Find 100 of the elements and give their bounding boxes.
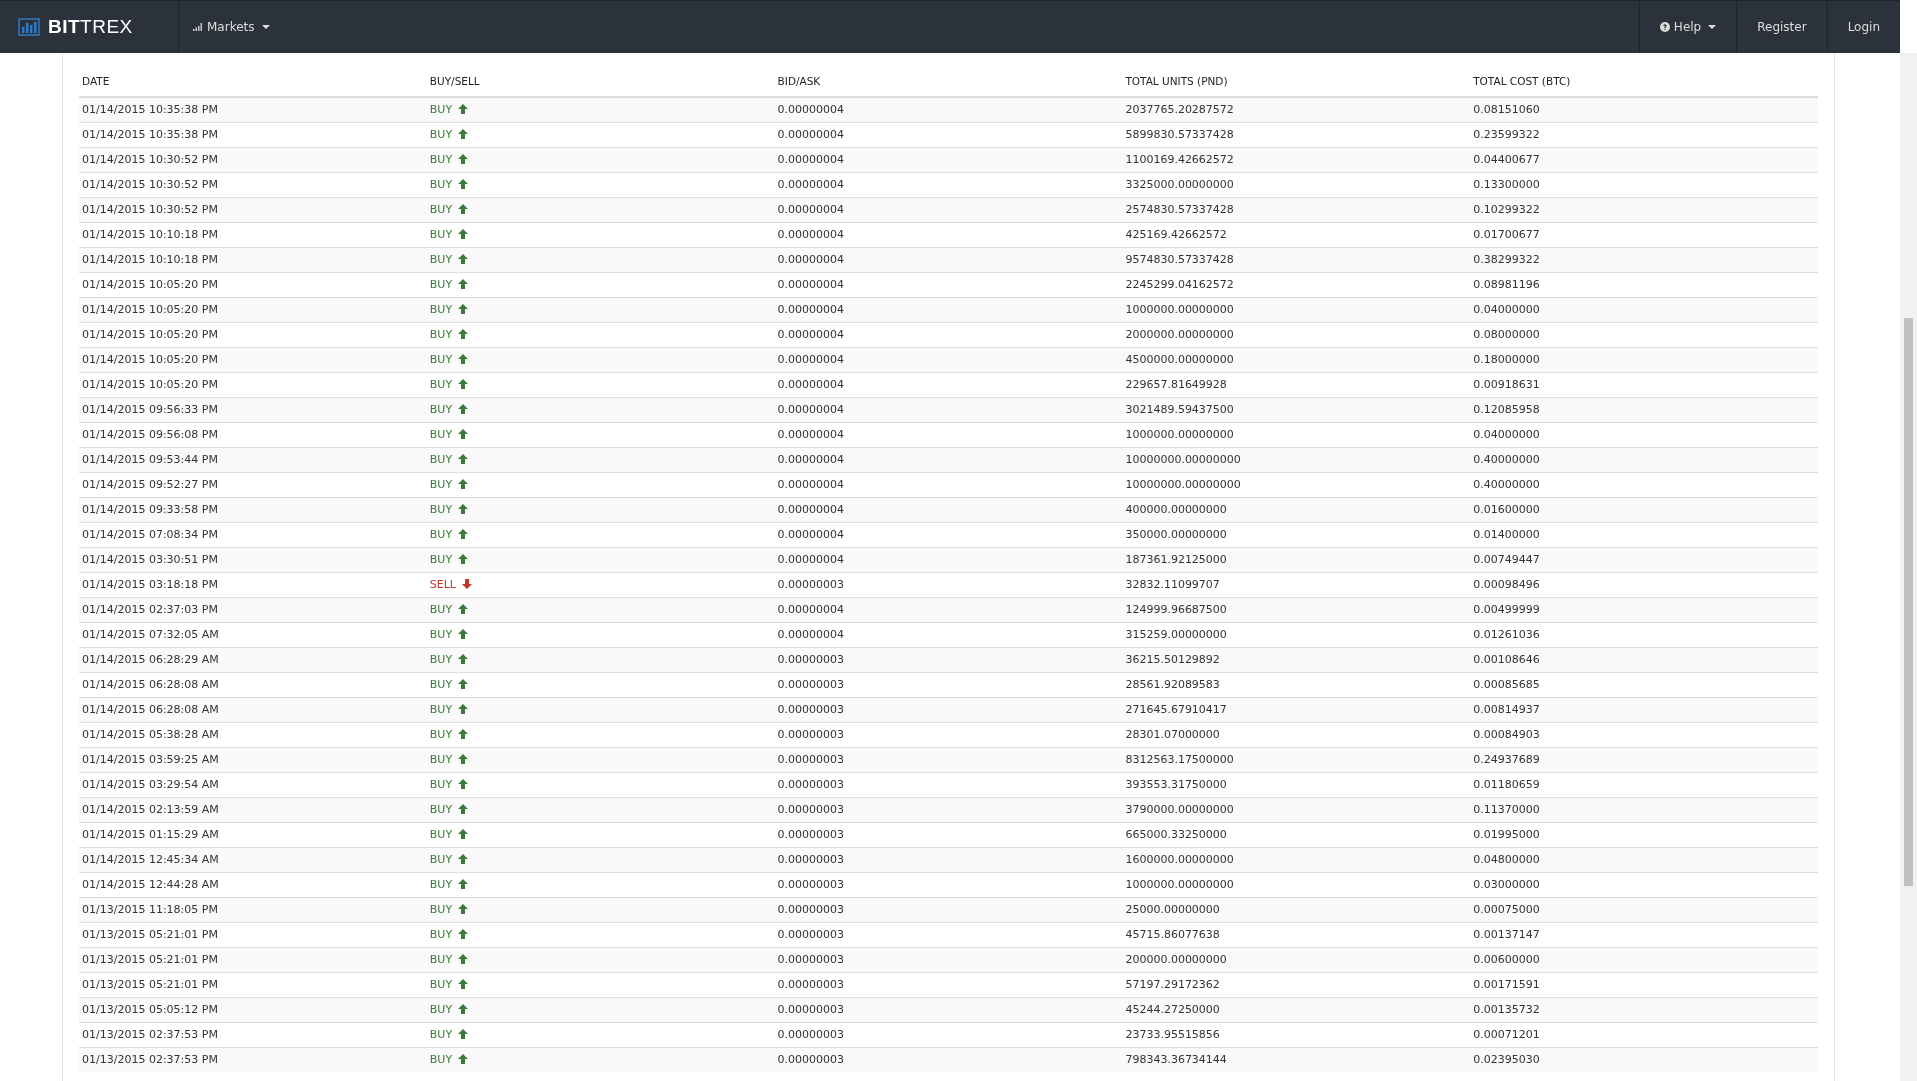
order-type: BUY <box>429 1028 453 1041</box>
date-cell: 01/14/2015 01:15:29 AM <box>82 828 219 841</box>
price-cell: 0.00000004 <box>777 503 845 516</box>
date-cell: 01/14/2015 03:30:51 PM <box>82 553 218 566</box>
units-cell: 2037765.20287572 <box>1125 103 1234 116</box>
up-arrow-icon <box>458 979 469 989</box>
date-cell: 01/14/2015 09:56:08 PM <box>82 428 218 441</box>
scrollbar-thumb[interactable] <box>1904 318 1913 886</box>
cost-cell: 0.00499999 <box>1473 603 1540 616</box>
date-cell: 01/14/2015 10:10:18 PM <box>82 253 218 266</box>
order-type: BUY <box>429 553 453 566</box>
units-cell: 2574830.57337428 <box>1125 203 1234 216</box>
units-cell: 400000.00000000 <box>1125 503 1227 516</box>
price-cell: 0.00000003 <box>777 678 845 691</box>
up-arrow-icon <box>458 629 469 639</box>
date-cell: 01/14/2015 10:30:52 PM <box>82 178 218 191</box>
price-cell: 0.00000004 <box>777 128 845 141</box>
units-cell: 229657.81649928 <box>1125 378 1227 391</box>
cost-cell: 0.01180659 <box>1473 778 1540 791</box>
date-cell: 01/14/2015 09:56:33 PM <box>82 403 218 416</box>
up-arrow-icon <box>458 1029 469 1039</box>
cost-cell: 0.00918631 <box>1473 378 1540 391</box>
up-arrow-icon <box>458 729 469 739</box>
up-arrow-icon <box>458 304 469 314</box>
units-cell: 3021489.59437500 <box>1125 403 1234 416</box>
price-cell: 0.00000004 <box>777 628 845 641</box>
units-cell: 187361.92125000 <box>1125 553 1227 566</box>
markets-menu[interactable]: Markets <box>179 1 284 53</box>
units-cell: 124999.96687500 <box>1125 603 1227 616</box>
date-cell: 01/14/2015 09:53:44 PM <box>82 453 218 466</box>
signal-bars-icon <box>193 23 203 31</box>
units-cell: 1600000.00000000 <box>1125 853 1234 866</box>
up-arrow-icon <box>458 854 469 864</box>
order-type: BUY <box>429 603 453 616</box>
up-arrow-icon <box>458 504 469 514</box>
down-arrow-icon <box>462 579 472 589</box>
up-arrow-icon <box>458 379 469 389</box>
price-cell: 0.00000004 <box>777 403 845 416</box>
cost-cell: 0.08151060 <box>1473 103 1540 116</box>
up-arrow-icon <box>458 529 469 539</box>
order-type: BUY <box>429 678 453 691</box>
units-cell: 425169.42662572 <box>1125 228 1227 241</box>
help-menu[interactable]: Help <box>1638 1 1737 53</box>
up-arrow-icon <box>458 1054 469 1064</box>
scrollbar[interactable] <box>1900 53 1917 1081</box>
up-arrow-icon <box>458 479 469 489</box>
units-cell: 36215.50129892 <box>1125 653 1220 666</box>
units-cell: 798343.36734144 <box>1125 1053 1227 1066</box>
order-type: BUY <box>429 528 453 541</box>
order-type: BUY <box>429 953 453 966</box>
date-cell: 01/13/2015 05:21:01 PM <box>82 928 218 941</box>
order-type: BUY <box>429 1003 453 1016</box>
cost-cell: 0.08000000 <box>1473 328 1540 341</box>
price-cell: 0.00000003 <box>777 1028 845 1041</box>
cost-cell: 0.18000000 <box>1473 353 1540 366</box>
price-cell: 0.00000003 <box>777 1003 845 1016</box>
date-cell: 01/14/2015 06:28:08 AM <box>82 678 219 691</box>
price-cell: 0.00000003 <box>777 853 845 866</box>
date-cell: 01/14/2015 07:32:05 AM <box>82 628 219 641</box>
cost-cell: 0.00098496 <box>1473 578 1540 591</box>
units-cell: 665000.33250000 <box>1125 828 1227 841</box>
units-cell: 2000000.00000000 <box>1125 328 1234 341</box>
order-type: BUY <box>429 453 453 466</box>
question-circle-icon <box>1659 22 1670 32</box>
price-cell: 0.00000003 <box>777 828 845 841</box>
date-cell: 01/14/2015 03:18:18 PM <box>82 578 218 591</box>
cost-cell: 0.01995000 <box>1473 828 1540 841</box>
units-cell: 23733.95515856 <box>1125 1028 1220 1041</box>
order-type: BUY <box>429 878 453 891</box>
cost-cell: 0.01600000 <box>1473 503 1540 516</box>
units-cell: 10000000.00000000 <box>1125 478 1241 491</box>
cost-cell: 0.00108646 <box>1473 653 1540 666</box>
cost-cell: 0.00135732 <box>1473 1003 1540 1016</box>
nav-link[interactable]: Register <box>1736 1 1827 53</box>
brand-name[interactable]: BITTREX <box>48 16 133 38</box>
cost-cell: 0.04000000 <box>1473 303 1540 316</box>
date-cell: 01/14/2015 10:05:20 PM <box>82 328 218 341</box>
units-cell: 1000000.00000000 <box>1125 428 1234 441</box>
up-arrow-icon <box>458 454 469 464</box>
order-type: BUY <box>429 628 453 641</box>
cost-cell: 0.00814937 <box>1473 703 1540 716</box>
nav-link[interactable]: Login <box>1826 1 1900 53</box>
order-type: BUY <box>429 828 453 841</box>
up-arrow-icon <box>458 329 469 339</box>
price-cell: 0.00000004 <box>777 228 845 241</box>
date-cell: 01/14/2015 10:05:20 PM <box>82 278 218 291</box>
price-cell: 0.00000003 <box>777 803 845 816</box>
up-arrow-icon <box>458 254 469 264</box>
date-cell: 01/14/2015 03:29:54 AM <box>82 778 219 791</box>
up-arrow-icon <box>458 179 469 189</box>
units-cell: 3325000.00000000 <box>1125 178 1234 191</box>
cost-cell: 0.08981196 <box>1473 278 1540 291</box>
cost-cell: 0.02395030 <box>1473 1053 1540 1066</box>
order-type: BUY <box>429 153 453 166</box>
units-cell: 393553.31750000 <box>1125 778 1227 791</box>
date-cell: 01/13/2015 05:21:01 PM <box>82 978 218 991</box>
cost-cell: 0.01261036 <box>1473 628 1540 641</box>
date-cell: 01/14/2015 10:05:20 PM <box>82 303 218 316</box>
order-type: BUY <box>429 253 453 266</box>
order-type: BUY <box>429 853 453 866</box>
